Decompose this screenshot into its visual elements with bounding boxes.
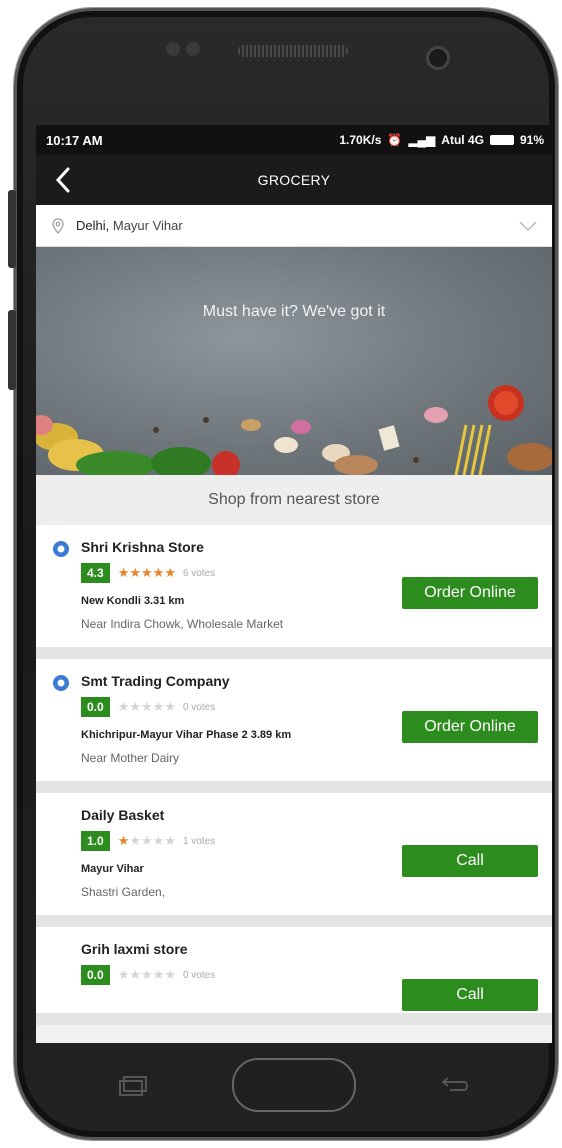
star-rating: ★ ★ ★ ★ ★	[117, 565, 176, 581]
banner-headline: Must have it? We've got it	[202, 303, 386, 320]
location-city: Delhi,	[76, 218, 110, 233]
star-rating: ★ ★ ★ ★ ★	[117, 699, 176, 715]
star-icon: ★	[141, 833, 153, 848]
star-icon: ★	[152, 565, 165, 580]
carrier-label: Atul 4G	[441, 133, 484, 147]
store-name[interactable]: Smt Trading Company	[81, 673, 538, 689]
store-card[interactable]: Grih laxmi store 0.0 ★ ★ ★ ★ ★ 0 votes Call	[36, 927, 552, 1025]
earpiece-speaker	[238, 45, 348, 57]
star-icon: ★	[164, 967, 176, 982]
star-icon: ★	[141, 699, 153, 714]
map-pin-icon	[52, 217, 64, 234]
network-speed: 1.70K/s	[339, 133, 382, 147]
store-name[interactable]: Daily Basket	[81, 807, 538, 823]
store-name[interactable]: Shri Krishna Store	[81, 539, 538, 555]
store-landmark: Shastri Garden,	[81, 885, 166, 899]
star-icon: ★	[117, 967, 130, 982]
location-selector[interactable]: Delhi, Mayur Vihar	[36, 205, 552, 247]
store-landmark: Near Mother Dairy	[81, 751, 180, 765]
promo-banner: Must have it? We've got it	[36, 247, 552, 475]
store-card[interactable]: Shri Krishna Store 4.3 ★ ★ ★ ★ ★ 6 votes New…	[36, 525, 552, 659]
status-time: 10:17 AM	[46, 132, 103, 148]
vote-count: 0 votes	[182, 969, 216, 981]
volume-down-button[interactable]	[8, 310, 16, 390]
section-heading: Shop from nearest store	[36, 475, 552, 525]
star-icon: ★	[117, 699, 130, 714]
food-ingredients-illustration	[36, 385, 552, 475]
star-icon: ★	[152, 699, 165, 714]
store-landmark: Near Indira Chowk, Wholesale Market	[81, 617, 284, 631]
verified-badge-icon	[53, 675, 69, 691]
app-bar: GROCERY	[36, 155, 552, 205]
star-icon: ★	[164, 833, 176, 848]
alarm-icon: ⏰	[387, 133, 403, 147]
status-right: 1.70K/s ⏰ ▂▄▆ Atul 4G 91%	[339, 133, 544, 147]
star-icon: ★	[129, 833, 141, 848]
store-list: Shri Krishna Store 4.3 ★ ★ ★ ★ ★ 6 votes New…	[36, 525, 552, 1025]
phone-screen: 10:17 AM 1.70K/s ⏰ ▂▄▆ Atul 4G 91% GROCE…	[36, 125, 552, 1043]
recent-apps-icon[interactable]	[116, 1075, 148, 1097]
rating-badge: 0.0	[81, 965, 110, 985]
signal-icon: ▂▄▆	[408, 133, 436, 147]
verified-badge-icon	[53, 541, 69, 557]
store-card[interactable]: Daily Basket 1.0 ★ ★ ★ ★ ★ 1 votes Mayur Vih…	[36, 793, 552, 927]
location-text: Delhi, Mayur Vihar	[76, 218, 518, 233]
star-icon: ★	[129, 699, 141, 714]
vote-count: 0 votes	[182, 701, 216, 713]
order-online-button[interactable]: Order Online	[402, 577, 538, 609]
location-area: Mayur Vihar	[109, 218, 183, 233]
star-rating: ★ ★ ★ ★ ★	[117, 833, 176, 849]
rating-badge: 0.0	[81, 697, 110, 717]
rating-badge: 1.0	[81, 831, 110, 851]
battery-icon	[489, 135, 514, 145]
call-button[interactable]: Call	[402, 845, 538, 877]
star-icon: ★	[129, 565, 141, 580]
volume-up-button[interactable]	[8, 190, 16, 268]
star-icon: ★	[164, 699, 176, 714]
star-icon: ★	[152, 833, 165, 848]
vote-count: 6 votes	[182, 567, 216, 579]
battery-percent: 91%	[519, 133, 544, 147]
vote-count: 1 votes	[182, 835, 216, 847]
store-card[interactable]: Smt Trading Company 0.0 ★ ★ ★ ★ ★ 0 votes Kh…	[36, 659, 552, 793]
star-icon: ★	[117, 833, 130, 848]
status-bar: 10:17 AM 1.70K/s ⏰ ▂▄▆ Atul 4G 91%	[36, 125, 552, 155]
star-icon: ★	[117, 565, 130, 580]
front-camera	[426, 46, 450, 70]
star-icon: ★	[164, 565, 176, 580]
home-button[interactable]	[232, 1058, 356, 1112]
star-icon: ★	[141, 565, 153, 580]
rating-badge: 4.3	[81, 563, 110, 583]
page-title: GROCERY	[257, 172, 331, 188]
star-icon: ★	[129, 967, 141, 982]
chevron-down-icon[interactable]	[518, 220, 538, 232]
order-online-button[interactable]: Order Online	[402, 711, 538, 743]
chevron-left-icon[interactable]	[48, 163, 78, 197]
back-arrow-icon[interactable]	[440, 1074, 472, 1094]
sensor-dots	[166, 42, 212, 56]
star-rating: ★ ★ ★ ★ ★	[117, 967, 176, 983]
store-name[interactable]: Grih laxmi store	[81, 941, 538, 957]
star-icon: ★	[152, 967, 165, 982]
call-button[interactable]: Call	[402, 979, 538, 1011]
star-icon: ★	[141, 967, 153, 982]
